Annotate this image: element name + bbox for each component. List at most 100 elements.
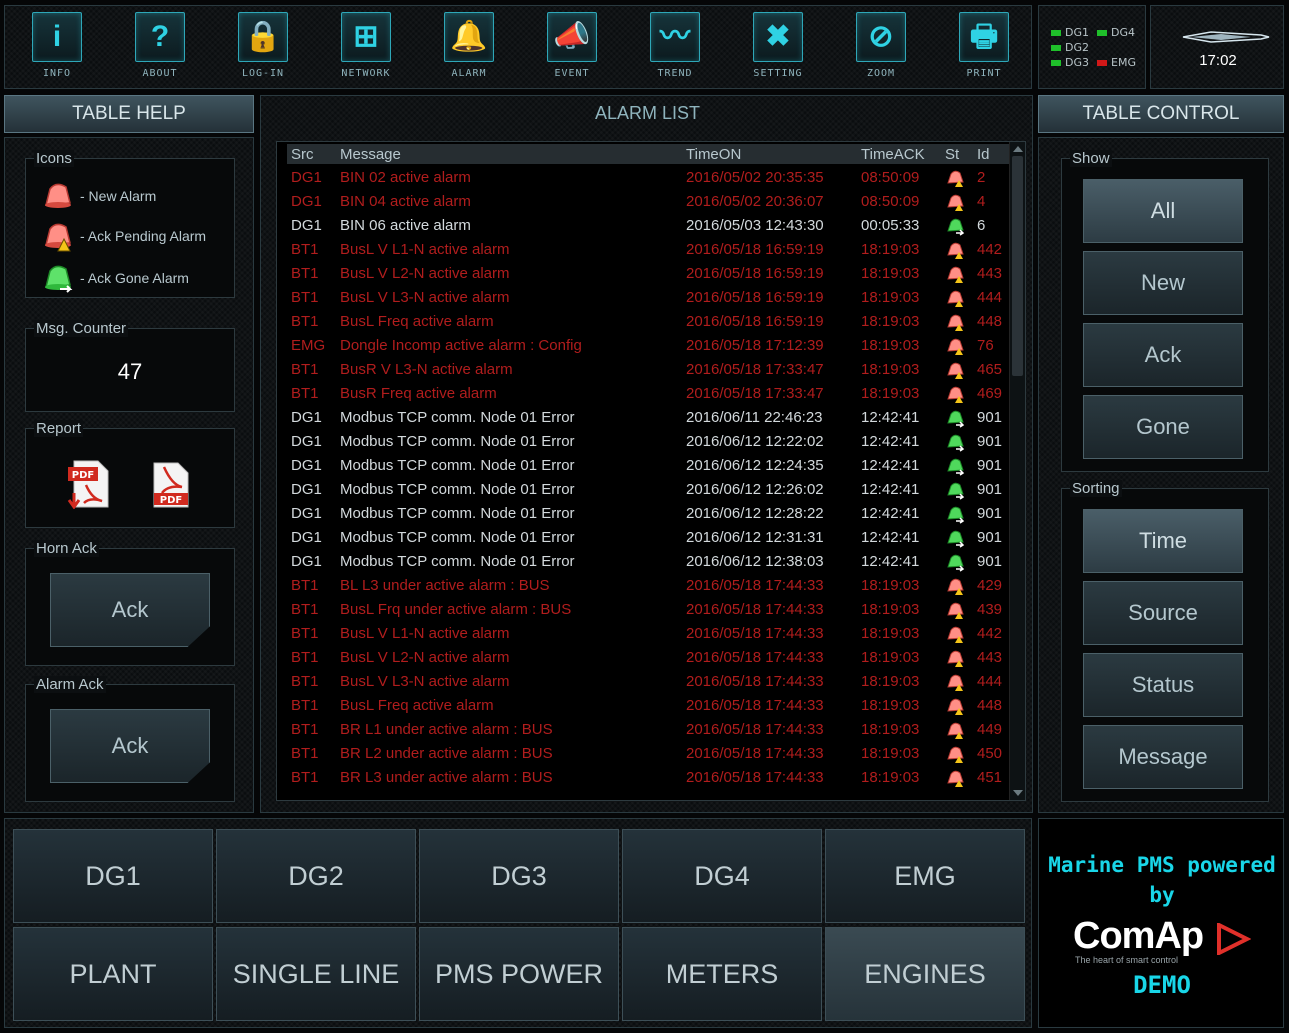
pdf-download-icon[interactable]: PDF (66, 459, 112, 509)
nav-plant[interactable]: PLANT (13, 927, 213, 1021)
cell-message: BusL Freq active alarm (340, 697, 494, 714)
table-scrollbar[interactable] (1009, 142, 1025, 800)
sort-message-button[interactable]: Message (1083, 725, 1243, 789)
table-row[interactable]: DG1 Modbus TCP comm. Node 01 Error 2016/06… (277, 406, 1007, 430)
gen-status-emg: EMG (1097, 56, 1136, 69)
nav-emg[interactable]: EMG (825, 829, 1025, 923)
cell-timeack: 12:42:41 (861, 481, 920, 498)
table-row[interactable]: DG1 Modbus TCP comm. Node 01 Error 2016/06… (277, 526, 1007, 550)
table-row[interactable]: DG1 BIN 06 active alarm 2016/05/03 12:43:3… (277, 214, 1007, 238)
sort-status-button[interactable]: Status (1083, 653, 1243, 717)
pdf-file-icon[interactable]: PDF (150, 461, 192, 509)
cell-timeack: 00:05:33 (861, 217, 920, 234)
cell-id: 6 (977, 217, 986, 234)
toolbar-label: PRINT (966, 68, 1002, 79)
table-row[interactable]: BT1 BusL V L2-N active alarm 2016/05/18 16… (277, 262, 1007, 286)
cell-message: Modbus TCP comm. Node 01 Error (340, 505, 575, 522)
alarm-ack-button[interactable]: Ack (50, 709, 210, 783)
brand-demo: DEMO (1133, 971, 1191, 999)
cell-id: 443 (977, 265, 1003, 282)
table-row[interactable]: BT1 BusL V L1-N active alarm 2016/05/18 17… (277, 622, 1007, 646)
brand-tagline: The heart of smart control (1075, 955, 1179, 965)
table-row[interactable]: BT1 BusL Frq under active alarm : BUS 2016… (277, 598, 1007, 622)
cell-src: DG1 (291, 217, 322, 234)
cell-src: EMG (291, 337, 326, 354)
nav-pms-power[interactable]: PMS POWER (419, 927, 619, 1021)
status-led (1097, 30, 1107, 36)
table-row[interactable]: BT1 BusL V L3-N active alarm 2016/05/18 17… (277, 670, 1007, 694)
table-row[interactable]: DG1 BIN 04 active alarm 2016/05/02 20:36:0… (277, 190, 1007, 214)
toolbar-info-button[interactable]: i INFO (15, 12, 99, 86)
cell-id: 444 (977, 673, 1003, 690)
show-ack-button[interactable]: Ack (1083, 323, 1243, 387)
alarm-ack-group: Alarm Ack Ack (25, 676, 235, 802)
toolbar-about-button[interactable]: ? ABOUT (118, 12, 202, 86)
toolbar-label: EVENT (554, 68, 590, 79)
cell-src: BT1 (291, 241, 319, 258)
nav-dg1[interactable]: DG1 (13, 829, 213, 923)
scroll-up-arrow-icon[interactable] (1013, 146, 1023, 152)
table-control-panel: Show All New Ack Gone Sorting Time Sourc… (1038, 137, 1284, 813)
cell-message: BL L3 under active alarm : BUS (340, 577, 550, 594)
column-header-message[interactable]: Message (340, 146, 401, 163)
cell-id: 448 (977, 313, 1003, 330)
scroll-down-arrow-icon[interactable] (1013, 790, 1023, 796)
toolbar-print-button[interactable]: 🖶 PRINT (942, 12, 1026, 86)
ack-pending-bell-icon (947, 242, 964, 259)
column-header-timeack[interactable]: TimeACK (861, 146, 925, 163)
toolbar-setting-button[interactable]: ✖ SETTING (736, 12, 820, 86)
table-row[interactable]: BT1 BusL Freq active alarm 2016/05/18 16:5… (277, 310, 1007, 334)
cell-timeon: 2016/05/02 20:35:35 (686, 169, 824, 186)
ack-pending-bell-icon (947, 698, 964, 715)
table-row[interactable]: BT1 BR L1 under active alarm : BUS 2016/05… (277, 718, 1007, 742)
toolbar-network-button[interactable]: ⊞ NETWORK (324, 12, 408, 86)
scroll-thumb[interactable] (1012, 156, 1023, 376)
column-header-status[interactable]: St (945, 146, 959, 163)
table-row[interactable]: EMG Dongle Incomp active alarm : Config 20… (277, 334, 1007, 358)
table-row[interactable]: BT1 BusR Freq active alarm 2016/05/18 17:3… (277, 382, 1007, 406)
cell-src: BT1 (291, 673, 319, 690)
sort-time-button[interactable]: Time (1083, 509, 1243, 573)
cell-timeack: 18:19:03 (861, 721, 920, 738)
toolbar-event-button[interactable]: 📣 EVENT (530, 12, 614, 86)
cell-timeon: 2016/06/12 12:22:02 (686, 433, 824, 450)
nav-single-line[interactable]: SINGLE LINE (216, 927, 416, 1021)
table-row[interactable]: BT1 BusL V L3-N active alarm 2016/05/18 16… (277, 286, 1007, 310)
table-row[interactable]: DG1 Modbus TCP comm. Node 01 Error 2016/06… (277, 454, 1007, 478)
table-row[interactable]: DG1 Modbus TCP comm. Node 01 Error 2016/06… (277, 502, 1007, 526)
cell-id: 451 (977, 769, 1003, 786)
toolbar-log-in-button[interactable]: 🔒 LOG-IN (221, 12, 305, 86)
nav-dg2[interactable]: DG2 (216, 829, 416, 923)
table-row[interactable]: BT1 BL L3 under active alarm : BUS 2016/05… (277, 574, 1007, 598)
table-row[interactable]: DG1 Modbus TCP comm. Node 01 Error 2016/06… (277, 430, 1007, 454)
table-row[interactable]: BT1 BusL V L2-N active alarm 2016/05/18 17… (277, 646, 1007, 670)
column-header-src[interactable]: Src (291, 146, 314, 163)
nav-dg4[interactable]: DG4 (622, 829, 822, 923)
table-row[interactable]: BT1 BR L2 under active alarm : BUS 2016/05… (277, 742, 1007, 766)
table-row[interactable]: BT1 BR L3 under active alarm : BUS 2016/05… (277, 766, 1007, 790)
toolbar-zoom-button[interactable]: ⊘ ZOOM (839, 12, 923, 86)
table-row[interactable]: DG1 Modbus TCP comm. Node 01 Error 2016/06… (277, 550, 1007, 574)
nav-engines[interactable]: ENGINES (825, 927, 1025, 1021)
nav-meters[interactable]: METERS (622, 927, 822, 1021)
show-gone-button[interactable]: Gone (1083, 395, 1243, 459)
toolbar-alarm-button[interactable]: 🔔 ALARM (427, 12, 511, 86)
column-header-id[interactable]: Id (977, 146, 990, 163)
column-header-timeon[interactable]: TimeON (686, 146, 741, 163)
table-row[interactable]: BT1 BusL Freq active alarm 2016/05/18 17:4… (277, 694, 1007, 718)
table-row[interactable]: DG1 BIN 02 active alarm 2016/05/02 20:35:3… (277, 166, 1007, 190)
show-new-button[interactable]: New (1083, 251, 1243, 315)
table-row[interactable]: DG1 Modbus TCP comm. Node 01 Error 2016/06… (277, 478, 1007, 502)
table-row[interactable]: BT1 BusL V L1-N active alarm 2016/05/18 16… (277, 238, 1007, 262)
nav-dg3[interactable]: DG3 (419, 829, 619, 923)
cell-message: BusL V L1-N active alarm (340, 625, 510, 642)
table-row[interactable]: BT1 BusR V L3-N active alarm 2016/05/18 17… (277, 358, 1007, 382)
show-all-button[interactable]: All (1083, 179, 1243, 243)
ack-gone-bell-icon (947, 530, 965, 548)
toolbar-trend-button[interactable]: 〰 TREND (633, 12, 717, 86)
cell-message: BusL V L2-N active alarm (340, 265, 510, 282)
horn-ack-button[interactable]: Ack (50, 573, 210, 647)
cell-timeon: 2016/06/12 12:28:22 (686, 505, 824, 522)
group-title: Sorting (1070, 480, 1122, 497)
sort-source-button[interactable]: Source (1083, 581, 1243, 645)
